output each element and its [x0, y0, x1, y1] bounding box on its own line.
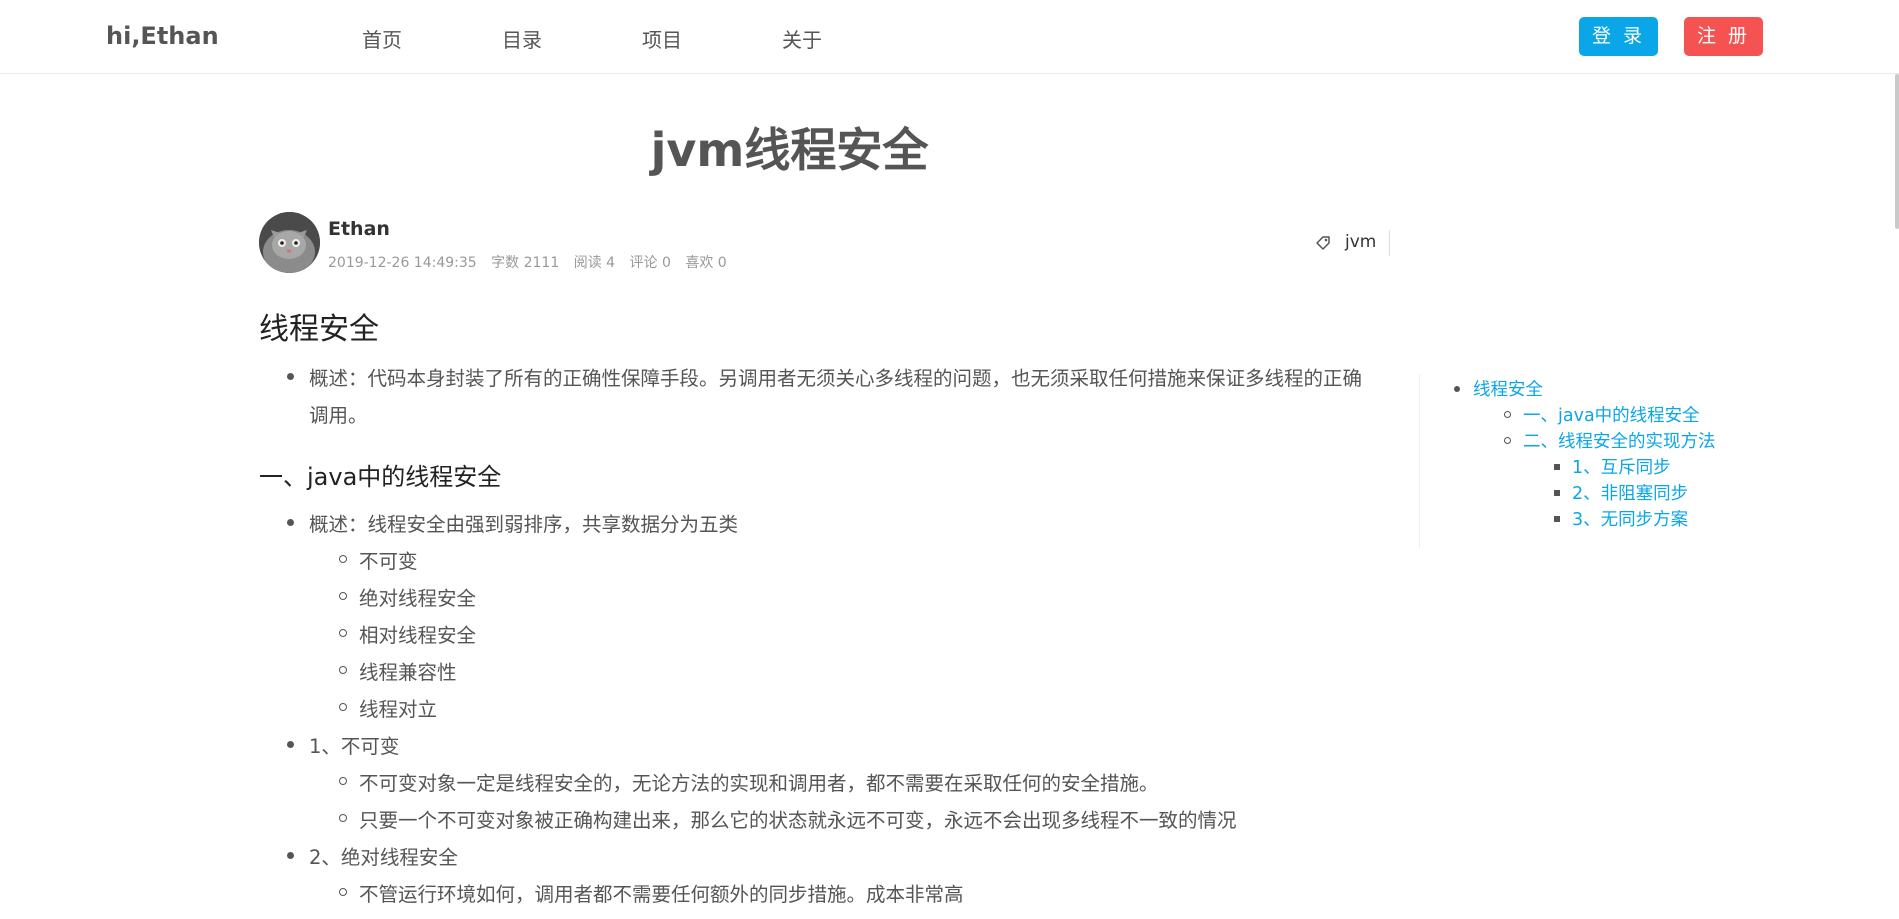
post-title: jvm线程安全 — [650, 123, 929, 177]
scrollbar-thumb[interactable] — [1895, 74, 1899, 229]
sub-list-item: 只要一个不可变对象被正确构建出来，那么它的状态就永远不可变，永远不会出现多线程不… — [339, 804, 1237, 833]
sub-list-item: 线程对立 — [338, 693, 437, 722]
word-count: 字数 2111 — [491, 255, 560, 271]
author-avatar[interactable] — [259, 212, 320, 273]
toc-link-no-sync[interactable]: 3、无同步方案 — [1553, 506, 1688, 531]
table-of-contents: 线程安全 一、java中的线程安全 二、线程安全的实现方法 1、互斥同步 2、非… — [1419, 374, 1720, 548]
heading-java-thread-safety: 一、java中的线程安全 — [259, 463, 502, 491]
sub-list-item: 不可变对象一定是线程安全的，无论方法的实现和调用者，都不需要在采取任何的安全措施… — [339, 767, 1159, 796]
toc-link-mutex[interactable]: 1、互斥同步 — [1554, 454, 1671, 479]
login-button[interactable]: 登 录 — [1579, 17, 1658, 56]
like-count: 喜欢 0 — [685, 255, 727, 271]
list-item: 概述：线程安全由强到弱排序，共享数据分为五类 — [286, 508, 738, 537]
register-button[interactable]: 注 册 — [1684, 17, 1763, 56]
list-item: 2、绝对线程安全 — [287, 841, 458, 870]
read-count: 阅读 4 — [573, 255, 616, 271]
post-date: 2019-12-26 14:49:35 — [328, 255, 477, 271]
list-item: 概述：代码本身封装了所有的正确性保障手段。另调用者无须关心多线程的问题，也无须采… — [286, 362, 1362, 391]
sub-list-item: 不管运行环境如何，调用者都不需要任何额外的同步措施。成本非常高 — [339, 878, 964, 907]
sub-list-item: 相对线程安全 — [338, 619, 476, 648]
toc-link-implementation[interactable]: 二、线程安全的实现方法 — [1504, 428, 1716, 453]
nav-item-home[interactable]: 首页 — [362, 24, 402, 53]
post-meta: 2019-12-26 14:49:35 字数 2111 阅读 4 评论 0 喜欢… — [328, 252, 737, 272]
list-item: 1、不可变 — [286, 730, 399, 759]
site-brand[interactable]: hi,Ethan — [106, 22, 219, 50]
sub-list-item: 绝对线程安全 — [338, 582, 476, 611]
toc-link-java[interactable]: 一、java中的线程安全 — [1504, 402, 1700, 427]
nav-item-catalog[interactable]: 目录 — [502, 24, 542, 53]
toc-link-nonblocking[interactable]: 2、非阻塞同步 — [1553, 480, 1688, 505]
list-item-continuation: 调用。 — [309, 404, 368, 427]
top-navbar: hi,Ethan 首页 目录 项目 关于 登 录 注 册 — [0, 0, 1899, 74]
cat-avatar-icon — [259, 212, 320, 273]
author-name[interactable]: Ethan — [328, 218, 390, 240]
tag-label[interactable]: jvm — [1345, 232, 1376, 252]
sub-list-item: 不可变 — [339, 545, 418, 574]
toc-link-root[interactable]: 线程安全 — [1454, 376, 1543, 401]
post-tag[interactable]: jvm — [1314, 230, 1390, 256]
heading-thread-safety: 线程安全 — [259, 312, 379, 347]
tag-icon — [1316, 236, 1330, 250]
nav-item-projects[interactable]: 项目 — [642, 24, 682, 53]
comment-count: 评论 0 — [629, 255, 671, 271]
sub-list-item: 线程兼容性 — [339, 656, 457, 685]
nav-item-about[interactable]: 关于 — [782, 24, 822, 53]
